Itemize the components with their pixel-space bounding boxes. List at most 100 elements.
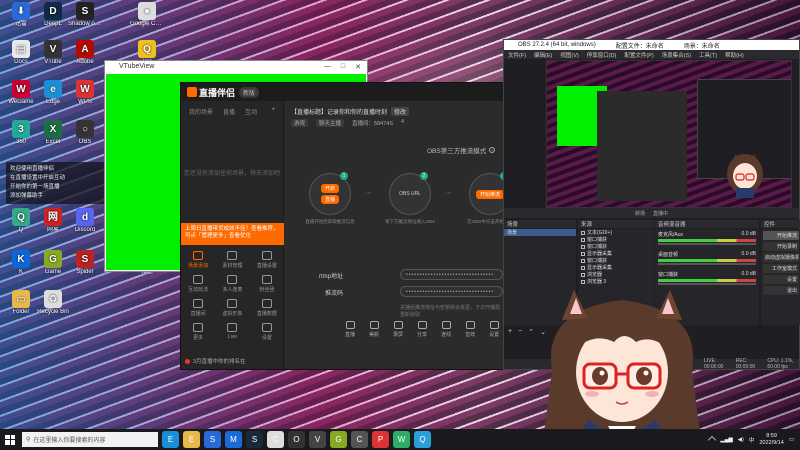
maximize-icon[interactable]: □ bbox=[341, 63, 345, 73]
tab-interact[interactable]: 互动 bbox=[245, 107, 257, 116]
toolbar-button[interactable]: 设置 bbox=[489, 321, 499, 343]
source-item[interactable]: 浏览器 bbox=[578, 271, 654, 278]
rtmp-field[interactable]: •••••••••••••••••••••••••••••••• bbox=[400, 269, 503, 280]
obs-menu-item[interactable]: 文件(F) bbox=[508, 51, 526, 59]
obs-control-button[interactable]: 设置 bbox=[763, 275, 799, 284]
taskbar-app-steam[interactable]: S bbox=[246, 431, 263, 448]
obs-menu-item[interactable]: 场景集合(S) bbox=[662, 51, 691, 59]
volume-slider[interactable] bbox=[658, 263, 756, 265]
promo-banner[interactable]: 上周日直播带货成效不佳？查看推荐，可点「管理更多」查看优化 bbox=[181, 223, 284, 245]
obs-titlebar[interactable]: OBS 27.2.4 (64 bit, windows) 配置文件：未命名 场景… bbox=[504, 40, 799, 50]
desktop-icon[interactable]: d Discord bbox=[68, 208, 102, 234]
taskbar-app-mail[interactable]: M bbox=[225, 431, 242, 448]
obs-menu-item[interactable]: 视图(V) bbox=[560, 51, 578, 59]
desktop-icon[interactable]: ▤ Docs bbox=[4, 40, 38, 66]
obs-menu-item[interactable]: 工具(T) bbox=[699, 51, 717, 59]
category-tag[interactable]: 聊天主播 bbox=[316, 119, 345, 127]
desktop-icon[interactable]: KK bbox=[4, 250, 38, 276]
stream-key-field[interactable]: •••••••••••••••••••••••••••••••• bbox=[400, 286, 503, 297]
toolbar-button[interactable]: 美颜 bbox=[369, 321, 379, 343]
remove-icon[interactable]: − bbox=[518, 328, 522, 336]
desktop-icon[interactable]: ▭ Folder bbox=[4, 290, 38, 316]
desktop-icon[interactable]: e Edge bbox=[36, 80, 70, 106]
close-icon[interactable]: ✕ bbox=[355, 63, 361, 73]
start-button[interactable] bbox=[0, 429, 20, 450]
source-item[interactable]: 窗口捕获 bbox=[578, 243, 654, 250]
step-1-button-2[interactable]: 直播 bbox=[320, 195, 339, 204]
desktop-icon[interactable]: ♻ Recycle Bin bbox=[36, 290, 70, 316]
toolbar-button[interactable]: 分享 bbox=[417, 321, 427, 343]
taskbar-app-explorer[interactable]: E bbox=[183, 431, 200, 448]
source-item[interactable]: 显示器采集 bbox=[578, 264, 654, 271]
tab-scenes[interactable]: 我的场景 bbox=[189, 107, 213, 116]
source-item[interactable]: 文本(GDI+) bbox=[578, 229, 654, 236]
tool-虚拟形象[interactable]: 虚拟形象 bbox=[215, 299, 249, 317]
toolbar-button[interactable]: 音效 bbox=[465, 321, 475, 343]
desktop-icon[interactable]: 3 360 bbox=[4, 120, 38, 146]
tool-场景添加[interactable]: 场景添加 bbox=[181, 251, 215, 269]
desktop-icon[interactable]: V VTube bbox=[36, 40, 70, 66]
minimize-icon[interactable]: — bbox=[324, 63, 331, 73]
tool-设置[interactable]: 设置 bbox=[250, 323, 284, 341]
taskbar-app-obs[interactable]: O bbox=[288, 431, 305, 448]
version-badge[interactable]: 新版 bbox=[239, 86, 260, 98]
source-item[interactable]: 浏览器 3 bbox=[578, 278, 654, 285]
desktop-icon[interactable]: ●Google Chrome bbox=[130, 2, 164, 28]
obs-control-button[interactable]: 开始推流 bbox=[763, 231, 799, 240]
tool-直播数据[interactable]: 直播数据 bbox=[250, 299, 284, 317]
start-push-button[interactable]: 开始推流 bbox=[475, 189, 504, 199]
tool-Live[interactable]: Live bbox=[215, 323, 249, 341]
desktop-icon[interactable]: W WPS bbox=[68, 80, 102, 106]
toolbar-button[interactable]: 连线 bbox=[441, 321, 451, 343]
source-item[interactable]: 窗口捕获 bbox=[578, 236, 654, 243]
obs-control-button[interactable]: 启动虚拟摄像机 bbox=[763, 253, 799, 262]
desktop-icon[interactable]: QQ bbox=[4, 208, 38, 234]
taskbar-app-store[interactable]: S bbox=[204, 431, 221, 448]
desktop-icon[interactable]: ⬇ 迅雷 bbox=[4, 2, 38, 28]
green-window-titlebar[interactable]: VTubeView — □ ✕ bbox=[105, 61, 367, 73]
step-1-button[interactable]: 开启 bbox=[320, 184, 339, 193]
obs-control-button[interactable]: 退出 bbox=[763, 286, 799, 295]
desktop-icon[interactable]: X Excel bbox=[36, 120, 70, 146]
scene-item[interactable]: 场景 bbox=[504, 229, 576, 236]
desktop-icon[interactable]: S Spider bbox=[68, 250, 102, 276]
tool-直播设置[interactable]: 直播设置 bbox=[250, 251, 284, 269]
add-scene-button[interactable]: + bbox=[271, 107, 275, 116]
taskbar-search[interactable]: ⚲ 在这里输入你要搜索的内容 bbox=[22, 432, 158, 447]
live-companion-window[interactable]: 直播伴侣 新版 我的场景 直播 互动 + 您还没有添加任何场景，快去添加吧 上周… bbox=[180, 82, 513, 370]
obs-control-button[interactable]: 开始录制 bbox=[763, 242, 799, 251]
desktop-icon[interactable]: ○ OBS bbox=[68, 120, 102, 146]
volume-icon[interactable]: ◀) bbox=[738, 437, 744, 443]
tool-多人连麦[interactable]: 多人连麦 bbox=[215, 275, 249, 293]
taskbar-app-edge[interactable]: E bbox=[162, 431, 179, 448]
category-tag[interactable]: 游戏 bbox=[291, 119, 309, 127]
transition-label[interactable]: 转场 bbox=[635, 210, 645, 217]
obs-menu-item[interactable]: 编辑(E) bbox=[534, 51, 552, 59]
toolbar-button[interactable]: 录屏 bbox=[393, 321, 403, 343]
network-icon[interactable]: ▂▄▆ bbox=[720, 437, 732, 443]
taskbar-app-qq[interactable]: Q bbox=[414, 431, 431, 448]
chevron-up-icon[interactable] bbox=[708, 435, 717, 444]
input-language[interactable]: 中 bbox=[749, 436, 755, 444]
desktop-icon[interactable]: A Adobe bbox=[68, 40, 102, 66]
taskbar-app-wechat[interactable]: W bbox=[393, 431, 410, 448]
desktop-icon[interactable]: W WeGame bbox=[4, 80, 38, 106]
taskbar-app-paint[interactable]: P bbox=[372, 431, 389, 448]
desktop-icon[interactable]: SShadow of the bbox=[68, 2, 102, 28]
help-icon[interactable]: ? bbox=[489, 147, 496, 153]
toolbar-button[interactable]: 直播 bbox=[345, 321, 355, 343]
source-item[interactable]: 显示器采集 bbox=[578, 250, 654, 257]
taskbar-app-camera[interactable]: C bbox=[351, 431, 368, 448]
add-icon[interactable]: + bbox=[508, 328, 512, 336]
clock[interactable]: 8:59 2022/9/14 bbox=[759, 433, 783, 447]
tool-直播间[interactable]: 直播间 bbox=[181, 299, 215, 317]
volume-slider[interactable] bbox=[658, 283, 756, 285]
desktop-icon[interactable]: 网网易 bbox=[36, 208, 70, 234]
tool-素材管理[interactable]: 素材管理 bbox=[215, 251, 249, 269]
edit-title-button[interactable]: 修改 bbox=[391, 107, 410, 116]
taskbar-app-vtube[interactable]: V bbox=[309, 431, 326, 448]
source-item[interactable]: 窗口捕获 bbox=[578, 257, 654, 264]
obs-menu-item[interactable]: 配置文件(P) bbox=[624, 51, 653, 59]
obs-menu-item[interactable]: 停靠窗口(D) bbox=[587, 51, 617, 59]
tool-互动玩法[interactable]: 互动玩法 bbox=[181, 275, 215, 293]
